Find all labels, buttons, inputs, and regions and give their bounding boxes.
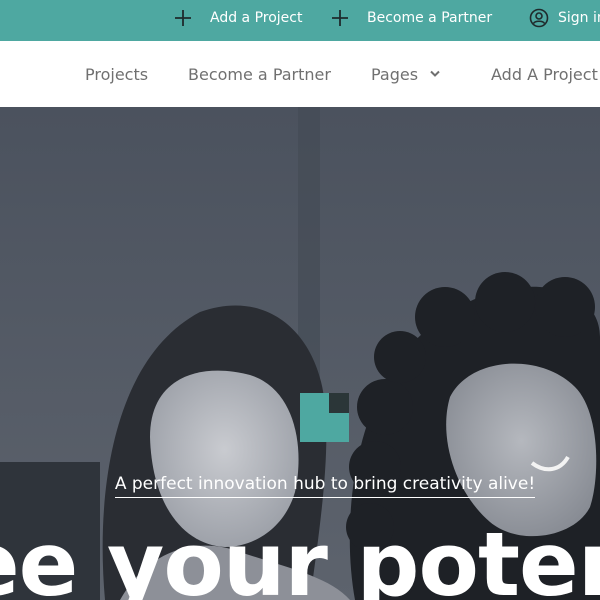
nav-item-pages-label: Pages xyxy=(371,64,419,84)
sign-in-label: Sign in xyxy=(558,10,600,26)
chevron-down-icon xyxy=(430,70,440,78)
become-partner-link[interactable]: Become a Partner xyxy=(331,0,492,36)
brand-accent-corner xyxy=(329,393,349,413)
user-circle-icon xyxy=(529,8,549,28)
hero-section: A perfect innovation hub to bring creati… xyxy=(0,107,600,600)
plus-icon xyxy=(174,9,192,27)
top-utility-bar: Add a Project Become a Partner Sign in xyxy=(0,0,600,41)
nav-item-pages[interactable]: Pages xyxy=(371,41,440,107)
sign-in-link[interactable]: Sign in xyxy=(529,0,600,36)
nav-item-add-project[interactable]: Add A Project xyxy=(491,41,598,107)
brand-accent-square xyxy=(300,393,349,442)
nav-item-become-partner[interactable]: Become a Partner xyxy=(188,41,331,107)
hero-headline: ee your poten xyxy=(0,513,600,600)
nav-item-projects[interactable]: Projects xyxy=(85,41,148,107)
add-project-label: Add a Project xyxy=(210,10,303,26)
become-partner-label: Become a Partner xyxy=(367,10,493,26)
hero-tagline-text: A perfect innovation hub to bring creati… xyxy=(114,474,536,498)
add-project-link[interactable]: Add a Project xyxy=(174,0,302,36)
hero-tagline: A perfect innovation hub to bring creati… xyxy=(0,474,600,498)
main-navigation: Projects Become a Partner Pages Add A Pr… xyxy=(0,41,600,107)
plus-icon xyxy=(331,9,349,27)
